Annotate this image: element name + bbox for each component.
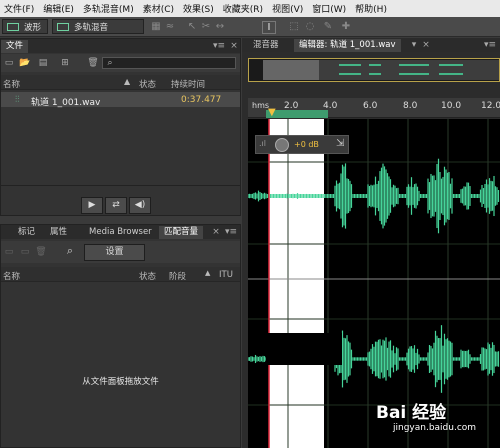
multitrack-icon [57, 22, 69, 31]
sort-icon: ▲ [124, 77, 131, 86]
empty-hint: 从文件面板拖放文件 [82, 377, 159, 387]
autoplay-button[interactable]: ◀) [129, 197, 151, 214]
slip-tool-icon[interactable]: ↔ [214, 21, 226, 32]
waveform-mode-label: 波形 [24, 22, 42, 33]
toolbar: 波形 多轨混音 ▦ ≈ ↖ ✂ ↔ I ⬚ ◌ ✎ ✚ [0, 17, 500, 37]
search-icon: ⌕ [107, 58, 113, 68]
column-stage[interactable]: 阶段 [169, 270, 186, 282]
loop-icon: ⇄ [112, 200, 120, 210]
multitrack-mode-label: 多轨混音 [74, 22, 109, 33]
match-toolbar: ▭ ▭ 🗑 ⌕ 设置 [1, 241, 240, 263]
open-file-icon[interactable]: 📂 [19, 57, 31, 69]
column-name[interactable]: 名称 [3, 270, 20, 282]
tab-markers[interactable]: 标记 [13, 226, 40, 239]
menu-effects[interactable]: 效果(S) [179, 2, 219, 15]
tab-mixer[interactable]: 混音器 [248, 39, 284, 52]
menu-view[interactable]: 视图(V) [268, 2, 308, 15]
pin-icon[interactable]: ⇲ [336, 138, 344, 149]
razor-tool-icon[interactable]: ✂ [200, 21, 212, 32]
tab-files[interactable]: 文件 [1, 40, 29, 53]
watermark-brand: Bai 经验 [376, 403, 447, 423]
play-icon: ▶ [88, 200, 96, 210]
menu-help[interactable]: 帮助(H) [351, 2, 392, 15]
files-panel: 文件 ▾≡ × ▭ 📂 ▤ ⊞ 🗑 ⌕ 名称 ▲ 状态 持续时间 ⫶⫶ 轨道 1… [0, 38, 241, 216]
move-tool-icon[interactable]: ↖ [186, 21, 198, 32]
play-button[interactable]: ▶ [81, 197, 103, 214]
menu-file[interactable]: 文件(F) [0, 2, 39, 15]
pitch-display-icon[interactable]: ≈ [164, 21, 176, 32]
match-volume-panel: 标记 属性 Media Browser 匹配音量 × ▾≡ ▭ ▭ 🗑 ⌕ 设置… [0, 224, 241, 448]
time-selection-icon[interactable]: I [262, 21, 276, 34]
delete-icon[interactable]: 🗑 [35, 246, 47, 258]
menu-multitrack[interactable]: 多轨混音(M) [79, 2, 139, 15]
menu-window[interactable]: 窗口(W) [308, 2, 351, 15]
file-duration: 0:37.477 [181, 95, 222, 105]
overview-bar[interactable] [248, 58, 500, 82]
ruler-tick: 12.0 [481, 101, 500, 111]
volume-knob[interactable] [275, 138, 289, 152]
time-ruler[interactable]: hms 2.0 4.0 6.0 8.0 10.0 12.0 ▼ [248, 98, 500, 118]
remove-icon[interactable]: ▭ [19, 246, 31, 258]
file-name: 轨道 1_001.wav [31, 98, 101, 108]
ruler-unit: hms [252, 101, 270, 110]
loop-button[interactable]: ⇄ [105, 197, 127, 214]
column-name[interactable]: 名称 [3, 78, 20, 90]
column-status[interactable]: 状态 [139, 270, 156, 282]
menu-edit[interactable]: 编辑(E) [39, 2, 79, 15]
waveform-mode-button[interactable]: 波形 [2, 19, 48, 34]
waveform-display[interactable]: .ıl +0 dB ⇲ Bai 经验 jingyan.baidu.com [248, 119, 500, 448]
dropdown-icon[interactable]: ▾ [410, 39, 418, 51]
column-duration[interactable]: 持续时间 [171, 78, 205, 90]
panel-menu-icon[interactable]: ▾≡ [213, 40, 225, 52]
tab-editor[interactable]: 编辑器: 轨道 1_001.wav [294, 39, 401, 52]
close-icon[interactable]: × [211, 226, 221, 238]
ruler-tick: 10.0 [441, 101, 462, 111]
close-icon[interactable]: × [422, 39, 430, 51]
sort-icon: ▲ [205, 269, 211, 277]
table-row[interactable]: ⫶⫶ 轨道 1_001.wav 0:37.477 [1, 92, 240, 108]
volume-value[interactable]: +0 dB [294, 140, 319, 149]
files-column-header: 名称 ▲ 状态 持续时间 [1, 75, 240, 90]
import-icon[interactable]: ▤ [37, 57, 49, 69]
tab-media-browser[interactable]: Media Browser [84, 226, 157, 239]
tab-match-volume[interactable]: 匹配音量 [159, 226, 204, 239]
add-file-icon[interactable]: ▭ [3, 246, 15, 258]
playhead-marker-icon[interactable]: ▼ [268, 107, 276, 118]
column-status[interactable]: 状态 [139, 78, 156, 90]
volume-hud: .ıl +0 dB ⇲ [255, 135, 349, 154]
insert-icon[interactable]: ⊞ [59, 57, 71, 69]
settings-button[interactable]: 设置 [84, 244, 145, 261]
match-column-header: 名称 状态 阶段 ▲ ITU [1, 267, 240, 282]
ruler-tick: 8.0 [403, 101, 418, 111]
spectral-display-icon[interactable]: ▦ [150, 21, 162, 32]
tab-properties[interactable]: 属性 [45, 226, 72, 239]
delete-icon[interactable]: 🗑 [87, 57, 99, 69]
search-icon[interactable]: ⌕ [63, 245, 77, 257]
waveform-icon [7, 22, 19, 31]
panel-menu-icon[interactable]: ▾≡ [482, 39, 498, 51]
multitrack-mode-button[interactable]: 多轨混音 [52, 19, 144, 34]
overview-waveform [263, 60, 499, 80]
close-icon[interactable]: × [229, 40, 239, 52]
ruler-tick: 6.0 [363, 101, 378, 111]
time-selection-tool-icon[interactable] [234, 21, 246, 32]
watermark-url: jingyan.baidu.com [393, 423, 477, 433]
marquee-tool-icon[interactable]: ⬚ [288, 21, 300, 32]
menu-bar: 文件(F) 编辑(E) 多轨混音(M) 素材(C) 效果(S) 收藏夹(R) 视… [0, 0, 500, 17]
files-toolbar: ▭ 📂 ▤ ⊞ 🗑 ⌕ [1, 54, 240, 72]
menu-clip[interactable]: 素材(C) [139, 2, 179, 15]
menu-favorites[interactable]: 收藏夹(R) [219, 2, 268, 15]
heal-tool-icon[interactable]: ✚ [340, 21, 352, 32]
search-input[interactable]: ⌕ [102, 57, 236, 69]
audio-file-icon: ⫶⫶ [15, 95, 20, 105]
new-file-icon[interactable]: ▭ [3, 57, 15, 69]
brush-tool-icon[interactable]: ✎ [322, 21, 334, 32]
lasso-tool-icon[interactable]: ◌ [304, 21, 316, 32]
level-icon: .ıl [259, 139, 266, 148]
panel-menu-icon[interactable]: ▾≡ [223, 226, 239, 238]
column-itu[interactable]: ITU [219, 270, 233, 280]
speaker-icon: ◀) [134, 200, 146, 210]
